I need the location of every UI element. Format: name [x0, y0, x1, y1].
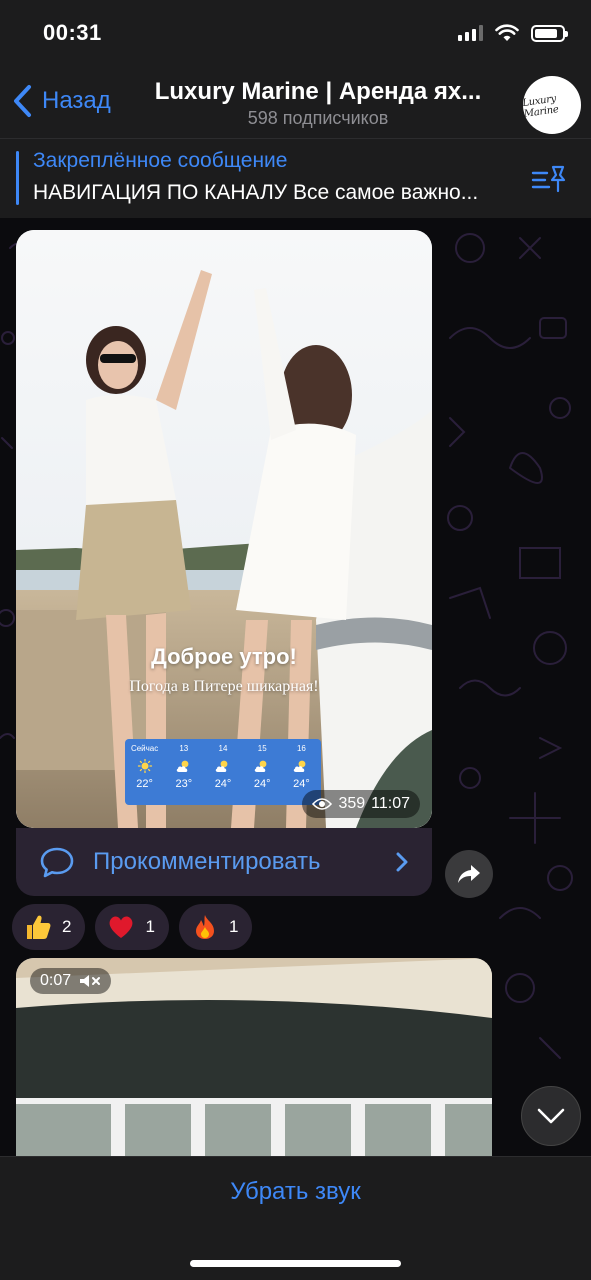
reaction-count: 1 — [228, 917, 239, 936]
muted-speaker-icon[interactable] — [79, 974, 101, 988]
weather-day: 15 24° — [243, 739, 282, 805]
reaction-count: 1 — [145, 917, 155, 936]
view-count: 359 — [338, 795, 366, 812]
reaction-fire[interactable]: 1 — [178, 904, 253, 950]
chevron-right-icon — [396, 852, 408, 872]
weather-day-label: 13 — [179, 744, 189, 753]
weather-day-label: Сейчас — [130, 744, 159, 753]
battery-icon — [531, 24, 568, 42]
weather-temperature: 24° — [253, 778, 271, 790]
comment-label: Прокомментировать — [93, 848, 321, 875]
eye-icon — [312, 798, 333, 810]
status-icons — [458, 24, 568, 42]
partly-cloudy-icon — [176, 760, 189, 772]
post-subheading: Погода в Питере шикарная! — [129, 678, 319, 695]
partly-cloudy-icon — [294, 760, 306, 772]
weather-temperature: 24° — [293, 778, 310, 790]
back-button[interactable]: Назад — [12, 84, 111, 118]
channel-title[interactable]: Luxury Marine | Аренда ях... — [128, 78, 508, 106]
back-label: Назад — [42, 87, 111, 114]
weather-widget: Сейчас 22° 13 23° 14 24° 15 24° 16 24° — [125, 739, 321, 805]
partly-cloudy-icon — [254, 760, 267, 772]
weather-temperature: 23° — [175, 778, 193, 790]
reactions-row: 2 1 1 — [12, 904, 253, 950]
weather-day-label: 16 — [296, 744, 306, 753]
weather-day-label: 15 — [257, 744, 267, 753]
wifi-icon — [495, 24, 519, 41]
post-heading: Доброе утро! — [151, 644, 297, 669]
chevron-left-icon — [14, 85, 31, 117]
sun-icon — [137, 759, 152, 773]
pinned-text: НАВИГАЦИЯ ПО КАНАЛУ Все самое важно... — [33, 181, 479, 204]
video-message[interactable]: 0:07 — [16, 958, 492, 1156]
red-heart-emoji-icon — [110, 916, 133, 938]
cellular-signal-icon — [458, 25, 483, 41]
reaction-count: 2 — [62, 917, 72, 936]
home-indicator[interactable] — [190, 1260, 401, 1267]
bottom-bar: Убрать звук — [0, 1156, 591, 1280]
mute-channel-button[interactable]: Убрать звук — [0, 1178, 591, 1206]
comment-button[interactable]: Прокомментировать — [16, 828, 432, 896]
video-duration: 0:07 — [40, 972, 72, 989]
weather-day-label: 14 — [218, 744, 228, 753]
partly-cloudy-icon — [215, 760, 228, 772]
chat-area[interactable]: Доброе утро! Погода в Питере шикарная! С… — [0, 218, 591, 1156]
weather-temperature: 24° — [214, 778, 232, 790]
weather-day: 13 23° — [164, 739, 203, 805]
status-bar: 00:31 — [0, 0, 591, 70]
comment-bubble-icon — [40, 847, 74, 878]
pinned-message-bar[interactable]: Закреплённое сообщение НАВИГАЦИЯ ПО КАНА… — [0, 138, 591, 218]
post-meta: 359 11:07 — [302, 790, 420, 818]
thumbs-up-emoji-icon — [27, 915, 51, 939]
chevron-down-icon — [537, 1108, 565, 1124]
scroll-to-bottom-button[interactable] — [521, 1086, 581, 1146]
photo-message[interactable]: Доброе утро! Погода в Питере шикарная! С… — [16, 230, 432, 828]
share-button[interactable] — [445, 850, 493, 898]
pinned-indicator — [16, 151, 19, 205]
post-time: 11:07 — [371, 795, 410, 812]
share-arrow-icon — [458, 865, 480, 883]
channel-header: Назад Luxury Marine | Аренда ях... 598 п… — [0, 70, 591, 138]
reaction-heart[interactable]: 1 — [95, 904, 169, 950]
fire-emoji-icon — [195, 915, 214, 939]
reaction-thumbs-up[interactable]: 2 — [12, 904, 86, 950]
status-time: 00:31 — [43, 20, 102, 45]
video-duration-pill: 0:07 — [30, 968, 112, 994]
pinned-title: Закреплённое сообщение — [33, 149, 288, 172]
weather-day: 14 24° — [203, 739, 242, 805]
weather-day: Сейчас 22° — [125, 739, 164, 805]
avatar-logo-text: Luxury Marine — [523, 93, 560, 120]
subscriber-count: 598 подписчиков — [247, 108, 389, 128]
pinned-list-icon[interactable] — [531, 163, 567, 195]
channel-avatar[interactable]: Luxury Marine — [523, 76, 581, 134]
weather-temperature: 22° — [136, 778, 153, 790]
